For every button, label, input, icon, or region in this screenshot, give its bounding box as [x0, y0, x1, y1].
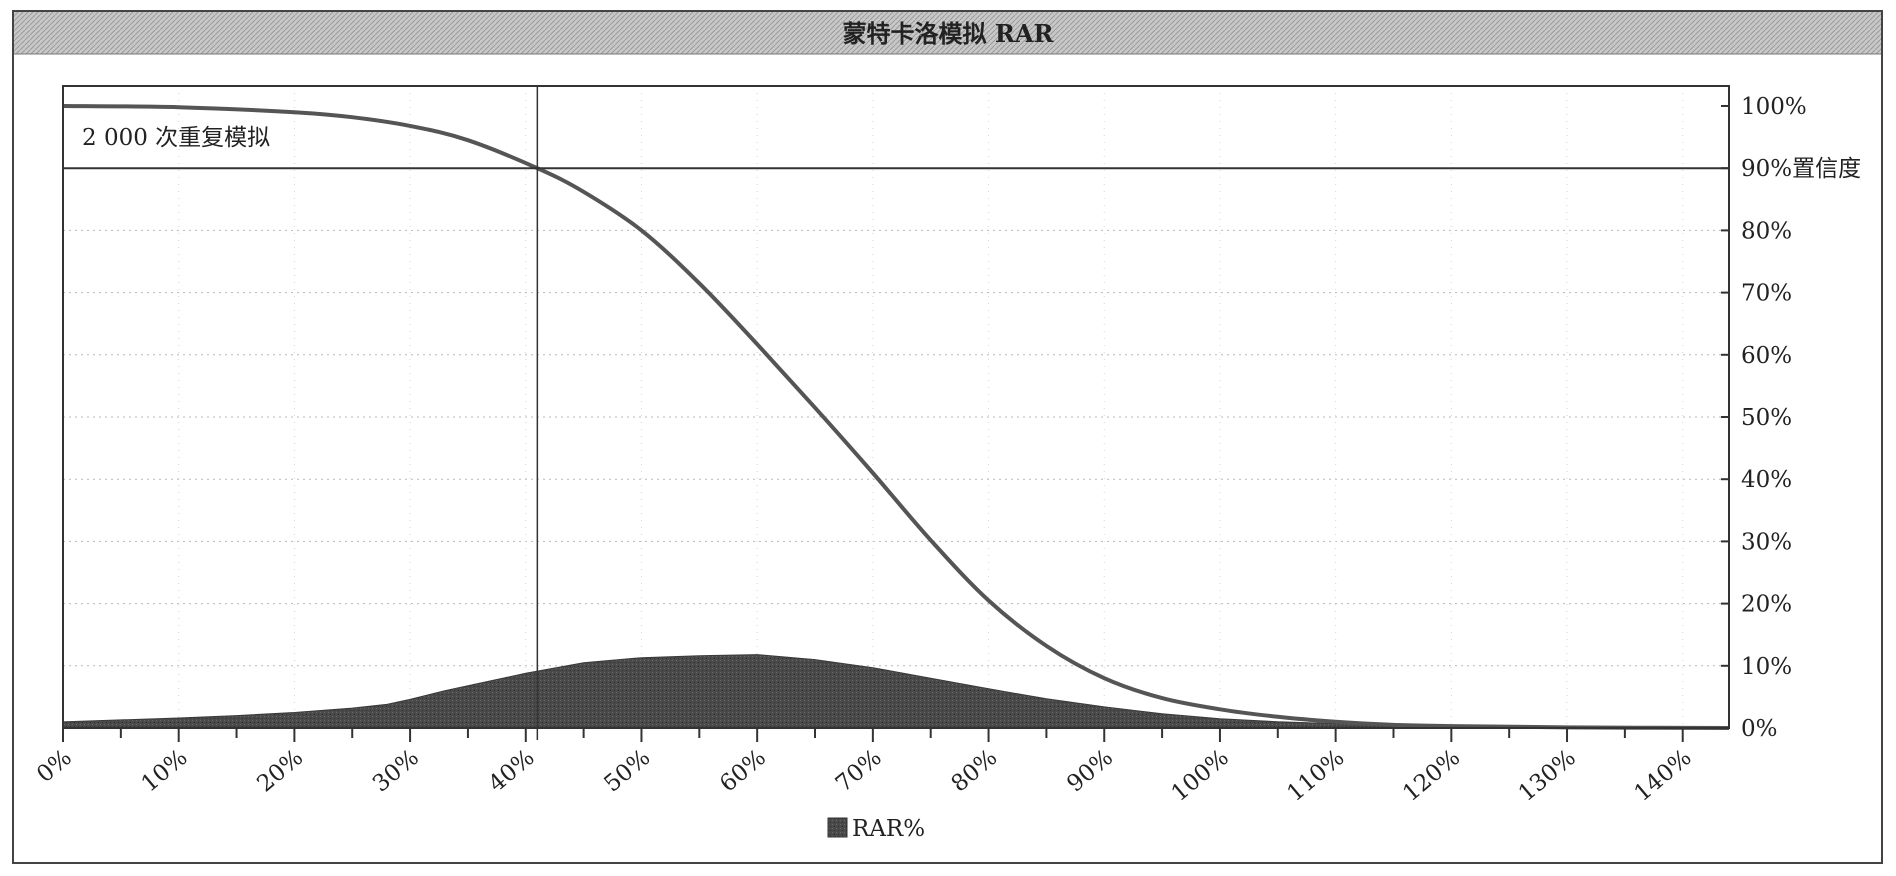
- legend-swatch: [827, 817, 848, 838]
- legend-label: RAR%: [852, 816, 925, 842]
- y-tick-label-6: 40%: [1741, 467, 1792, 493]
- chart-frame: [12, 10, 1883, 864]
- chart-title: 蒙特卡洛模拟 RAR: [843, 19, 1055, 48]
- y-tick-label-0: 100%: [1741, 94, 1807, 120]
- y-tick-label-2: 80%: [1741, 218, 1792, 244]
- y-tick-label-7: 30%: [1741, 529, 1792, 555]
- y-tick-label-5: 50%: [1741, 405, 1792, 431]
- chart: 蒙特卡洛模拟 RAR 0% 10% 20% 30% 40% 50% 60% 70% 80% 90%…: [12, 10, 1883, 864]
- y-tick-label-4: 60%: [1741, 343, 1792, 369]
- y-tick-label-8: 20%: [1741, 592, 1792, 618]
- simulation-annotation: 2 000 次重复模拟: [82, 125, 270, 151]
- y-tick-label-3: 70%: [1741, 281, 1792, 307]
- y-tick-label-1: 90%置信度: [1741, 156, 1861, 182]
- y-tick-label-9: 10%: [1741, 654, 1792, 680]
- y-tick-label-10: 0%: [1741, 716, 1778, 742]
